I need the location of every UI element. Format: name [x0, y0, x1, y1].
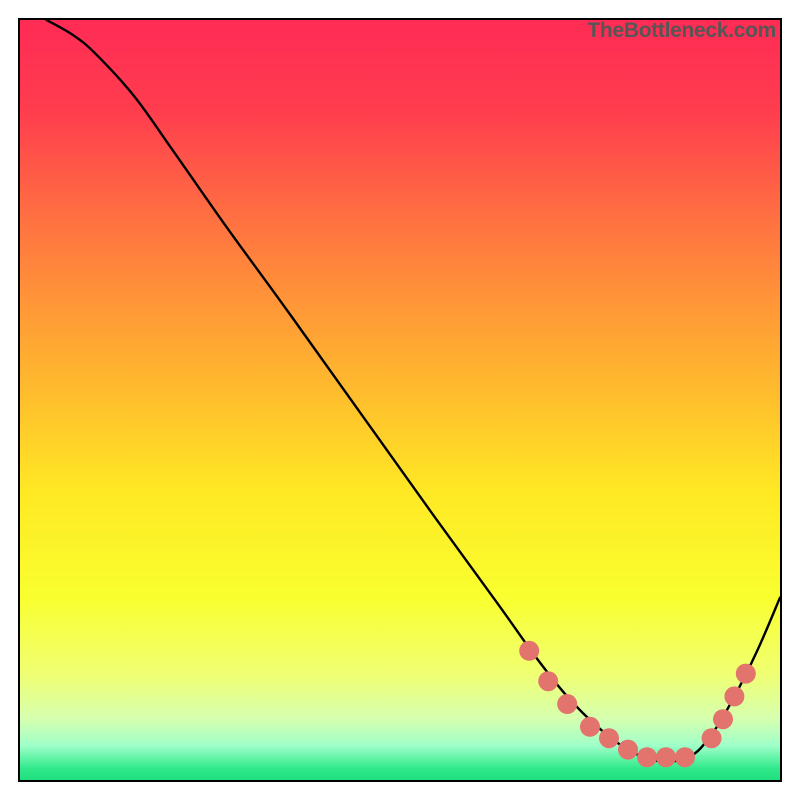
chart-container: TheBottleneck.com [0, 0, 800, 800]
plot-area: TheBottleneck.com [18, 18, 782, 782]
gradient-background [20, 20, 780, 780]
watermark-text: TheBottleneck.com [587, 19, 776, 43]
